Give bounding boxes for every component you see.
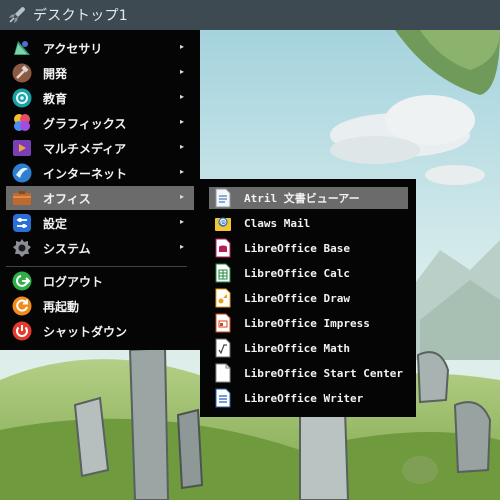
- application-menu: アクセサリ ▸ 開発 ▸ 教育 ▸ グラフィックス ▸ マルチメディア ▸ イン…: [0, 30, 200, 350]
- submenu-item-label: LibreOffice Writer: [244, 391, 364, 405]
- libreoffice-draw-icon: [215, 288, 231, 308]
- menu-item-education[interactable]: 教育 ▸: [6, 86, 194, 110]
- graphics-icon: [14, 114, 30, 131]
- office-icon: [13, 191, 31, 205]
- libreoffice-base-icon: [215, 238, 231, 258]
- submenu-item-label: LibreOffice Draw: [244, 291, 350, 305]
- internet-icon: [12, 163, 32, 183]
- menu-item-label: インターネット: [43, 166, 128, 181]
- document-viewer-icon: [215, 188, 231, 208]
- logout-icon: [12, 271, 32, 291]
- settings-icon: [13, 214, 31, 232]
- submenu-item-label: LibreOffice Calc: [244, 266, 350, 280]
- mail-icon: @: [215, 217, 231, 231]
- libreoffice-impress-icon: [215, 313, 231, 333]
- submenu-arrow-icon: ▸: [179, 42, 184, 51]
- office-submenu: Atril 文書ビューアー @ Claws Mail LibreOffice B…: [200, 179, 416, 417]
- menu-item-label: 設定: [43, 216, 68, 231]
- rocket-icon[interactable]: [6, 4, 28, 26]
- submenu-item-libreoffice-impress[interactable]: LibreOffice Impress: [209, 312, 408, 334]
- menu-item-label: ログアウト: [43, 274, 104, 289]
- development-icon: [12, 63, 32, 83]
- menu-separator: [6, 266, 187, 267]
- submenu-item-libreoffice-writer[interactable]: LibreOffice Writer: [209, 387, 408, 409]
- menu-item-label: 教育: [43, 91, 68, 106]
- submenu-item-claws-mail[interactable]: @ Claws Mail: [209, 212, 408, 234]
- submenu-item-label: LibreOffice Base: [244, 241, 350, 255]
- submenu-arrow-icon: ▸: [179, 242, 184, 251]
- menu-item-label: 開発: [43, 66, 68, 81]
- menu-item-graphics[interactable]: グラフィックス ▸: [6, 111, 194, 135]
- libreoffice-start-center-icon: [215, 363, 231, 383]
- reboot-icon: [12, 296, 32, 316]
- menu-item-label: マルチメディア: [43, 141, 127, 156]
- submenu-item-label: LibreOffice Math: [244, 341, 350, 355]
- menu-item-shutdown[interactable]: シャットダウン: [6, 319, 194, 343]
- submenu-arrow-icon: ▸: [179, 67, 184, 76]
- menu-item-reboot[interactable]: 再起動: [6, 294, 194, 318]
- submenu-arrow-icon: ▸: [179, 142, 184, 151]
- top-panel: デスクトップ1: [0, 0, 500, 30]
- menu-item-multimedia[interactable]: マルチメディア ▸: [6, 136, 194, 160]
- submenu-item-label: LibreOffice Start Center: [244, 366, 403, 380]
- submenu-arrow-icon: ▸: [179, 167, 184, 176]
- menu-item-internet[interactable]: インターネット ▸: [6, 161, 194, 185]
- accessories-icon: [14, 41, 30, 55]
- education-icon: [12, 88, 32, 108]
- menu-item-label: オフィス: [43, 191, 91, 206]
- submenu-arrow-icon: ▸: [179, 117, 184, 126]
- submenu-item-libreoffice-draw[interactable]: LibreOffice Draw: [209, 287, 408, 309]
- submenu-arrow-icon: ▸: [179, 192, 184, 201]
- multimedia-icon: [13, 140, 31, 156]
- menu-item-settings[interactable]: 設定 ▸: [6, 211, 194, 235]
- submenu-arrow-icon: ▸: [179, 92, 184, 101]
- submenu-item-libreoffice-calc[interactable]: LibreOffice Calc: [209, 262, 408, 284]
- submenu-arrow-icon: ▸: [179, 217, 184, 226]
- submenu-item-label: Claws Mail: [244, 216, 311, 230]
- svg-text:@: @: [220, 220, 226, 227]
- libreoffice-writer-icon: [215, 388, 231, 408]
- submenu-item-libreoffice-base[interactable]: LibreOffice Base: [209, 237, 408, 259]
- system-icon: [13, 239, 31, 257]
- submenu-item-libreoffice-math[interactable]: LibreOffice Math: [209, 337, 408, 359]
- menu-item-system[interactable]: システム ▸: [6, 236, 194, 260]
- submenu-item-label: LibreOffice Impress: [244, 316, 370, 330]
- menu-item-logout[interactable]: ログアウト: [6, 269, 194, 293]
- libreoffice-math-icon: [215, 338, 231, 358]
- menu-item-label: グラフィックス: [43, 116, 127, 131]
- menu-item-development[interactable]: 開発 ▸: [6, 61, 194, 85]
- workspace-label[interactable]: デスクトップ1: [33, 5, 128, 25]
- menu-item-label: アクセサリ: [43, 41, 103, 56]
- menu-item-label: シャットダウン: [43, 324, 128, 339]
- menu-item-label: システム: [43, 241, 91, 256]
- libreoffice-calc-icon: [215, 263, 231, 283]
- submenu-item-atril[interactable]: Atril 文書ビューアー: [209, 187, 408, 209]
- menu-item-accessories[interactable]: アクセサリ ▸: [6, 36, 194, 60]
- shutdown-icon: [12, 321, 32, 341]
- submenu-item-label: Atril 文書ビューアー: [244, 192, 360, 205]
- menu-item-office[interactable]: オフィス ▸: [6, 186, 194, 210]
- menu-item-label: 再起動: [43, 299, 80, 314]
- submenu-item-libreoffice-start-center[interactable]: LibreOffice Start Center: [209, 362, 408, 384]
